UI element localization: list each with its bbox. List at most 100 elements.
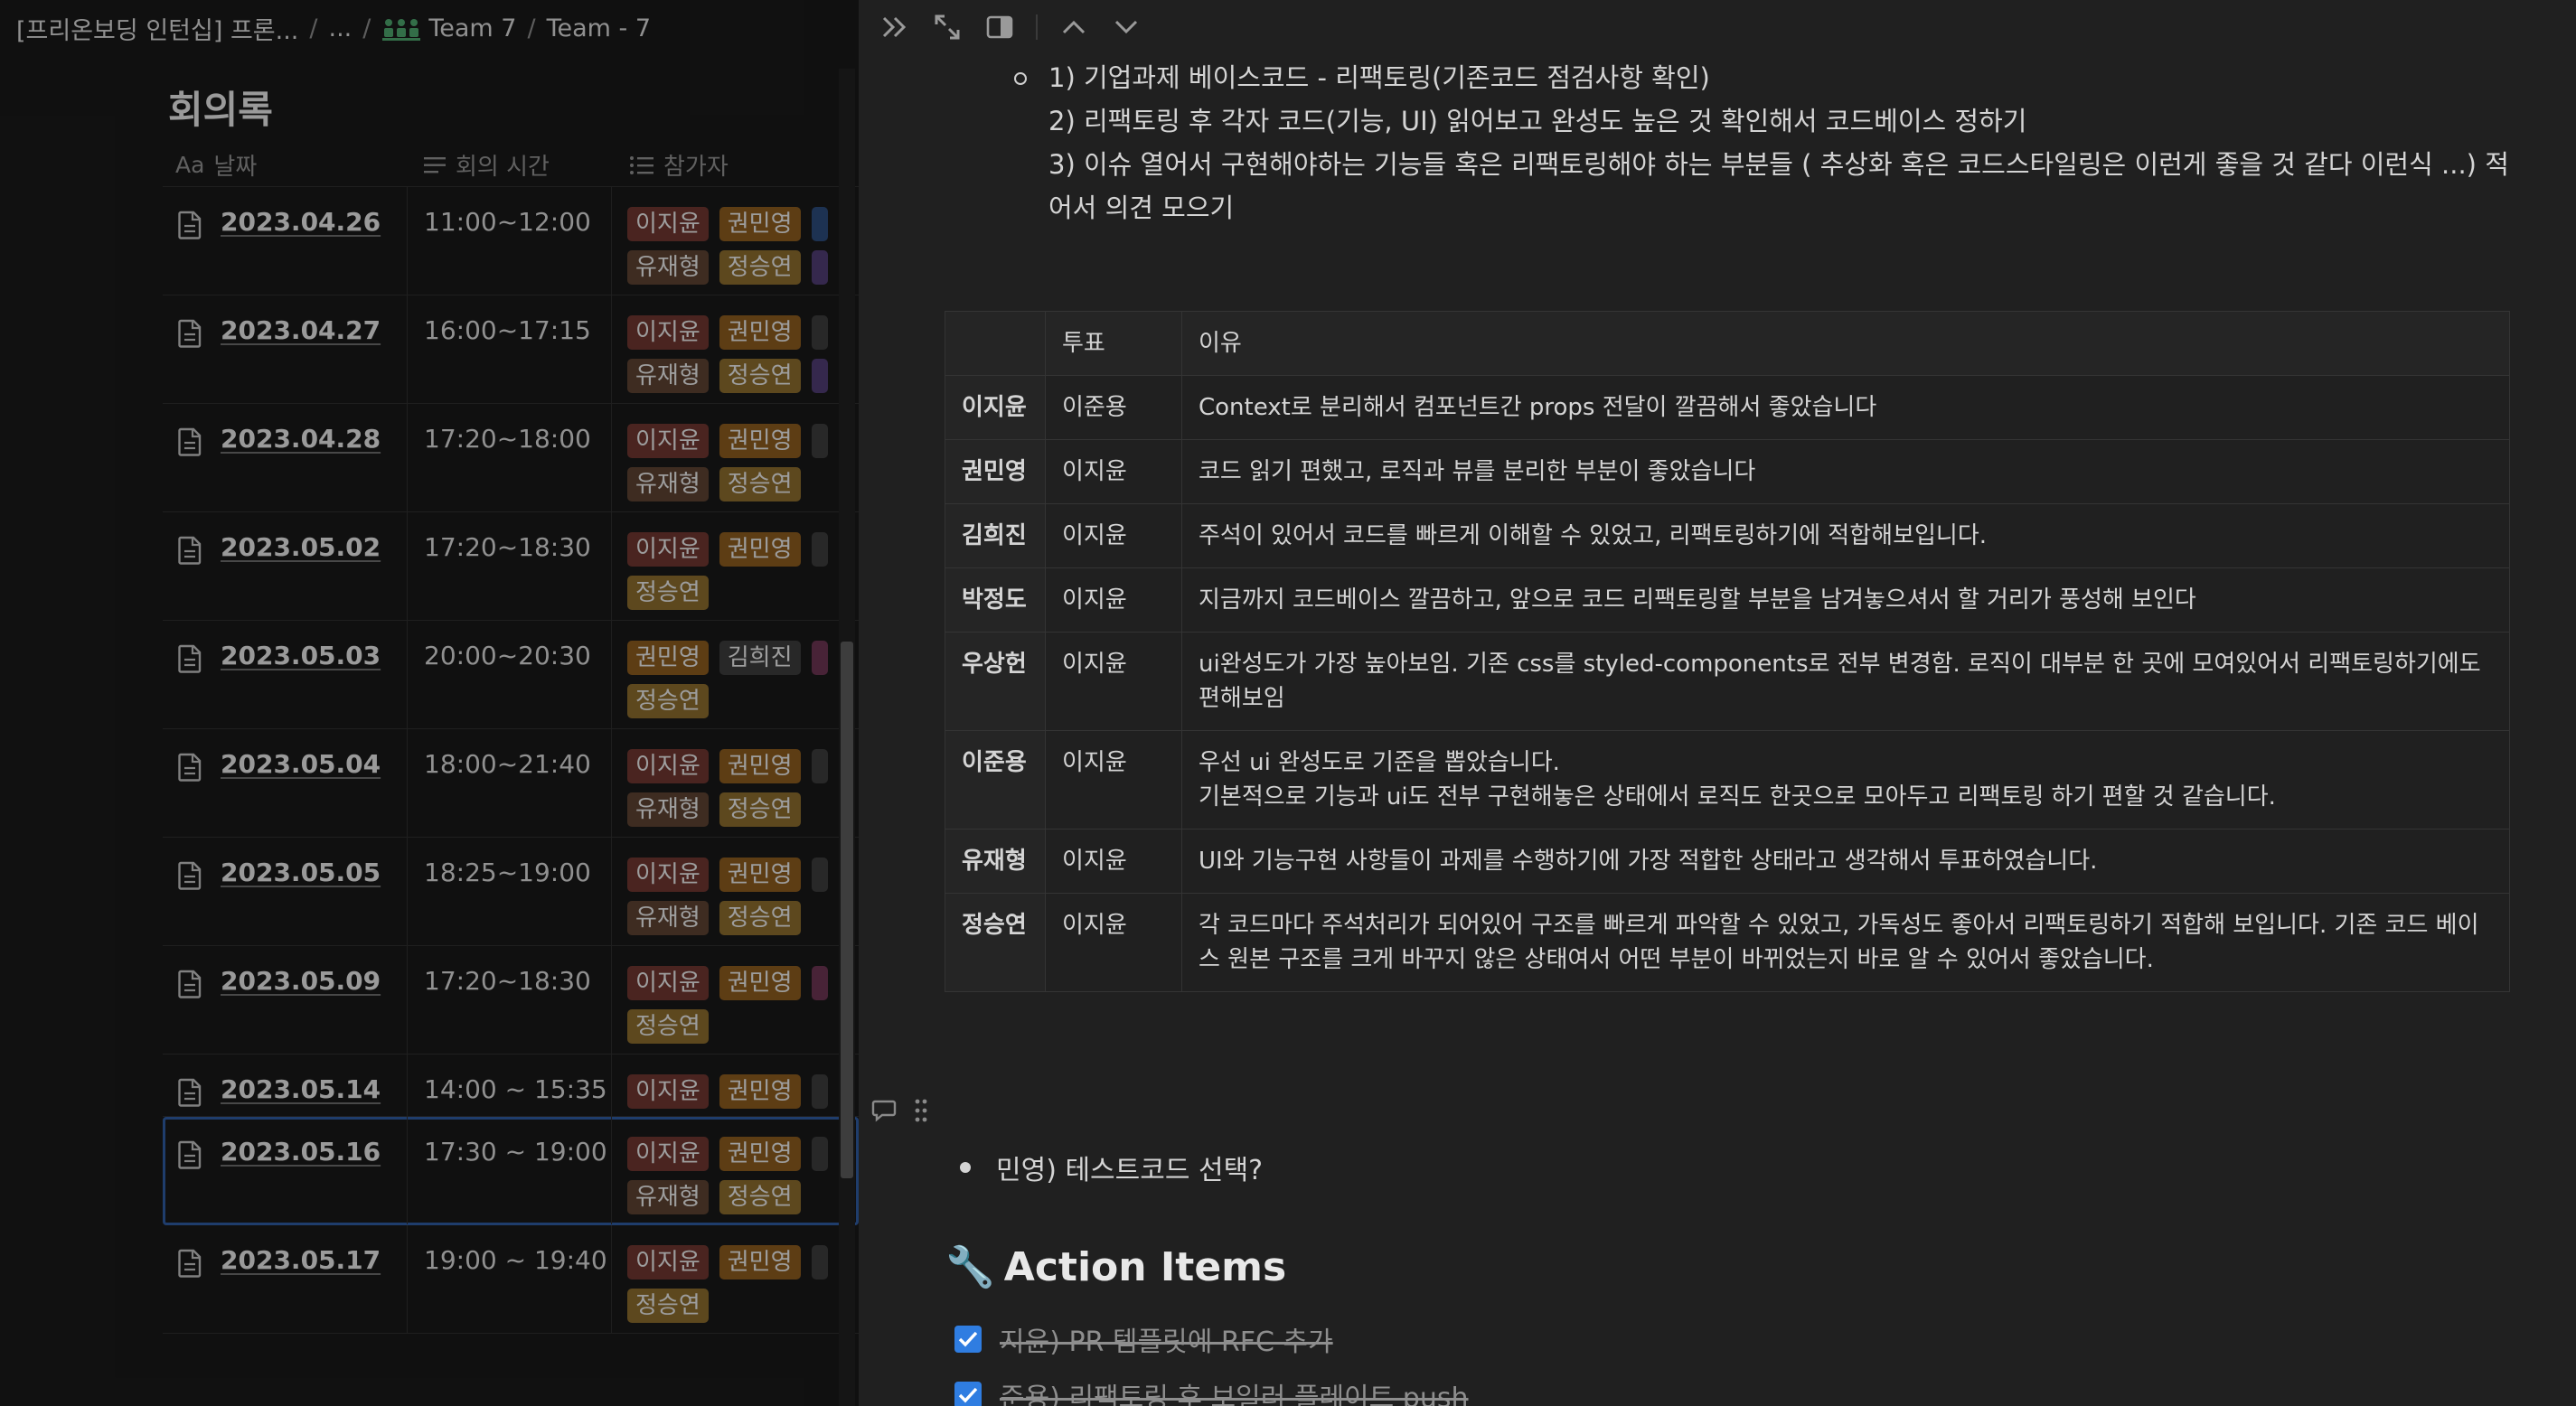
breadcrumb-ellipsis[interactable]: ... [322,14,360,42]
row-date[interactable]: 2023.05.02 [221,532,381,562]
row-date[interactable]: 2023.05.09 [221,966,381,996]
vote-cell-reason[interactable]: Context로 분리해서 컴포넌트간 props 전달이 깔끔해서 좋았습니다 [1181,375,2510,440]
next-page-button[interactable] [1110,11,1142,43]
vote-cell-name[interactable]: 박정도 [945,567,1046,633]
page-icon [178,211,202,239]
side-panel-icon [986,15,1013,39]
column-header-participants[interactable]: 참가자 [629,148,729,182]
vote-cell-vote[interactable]: 이지윤 [1045,567,1182,633]
wrench-icon: 🔧 [945,1244,995,1290]
row-date[interactable]: 2023.05.14 [221,1074,381,1104]
row-time: 17:30 ~ 19:00 [424,1137,607,1167]
vote-cell-vote[interactable]: 이지윤 [1045,893,1182,992]
table-row[interactable]: 2023.04.26 11:00~12:00 이지윤 권민영 ​ 유재형 정승연 ​ [163,187,859,295]
vote-cell-name[interactable]: 우상헌 [945,632,1046,731]
outline-item[interactable]: 3) 이슈 열어서 구현해야하는 기능들 혹은 리팩토링해야 하는 부분들 ( … [1048,143,2513,230]
vote-cell-reason[interactable]: 각 코드마다 주석처리가 되어있어 구조를 빠르게 파악할 수 있었고, 가독성… [1181,893,2510,992]
vote-cell-reason[interactable]: 지금까지 코드베이스 깔끔하고, 앞으로 코드 리팩토링할 부분을 남겨놓으셔서… [1181,567,2510,633]
column-header-date[interactable]: Aa 날짜 [175,148,257,182]
vote-cell-reason[interactable]: 우선 ui 완성도로 기준을 뽑았습니다. 기본적으로 기능과 ui도 전부 구… [1181,730,2510,830]
page-icon [178,861,202,890]
table-row[interactable]: 2023.04.28 17:20~18:00 이지윤 권민영 ​ 유재형 정승연 [163,404,859,512]
table-row[interactable]: 2023.05.02 17:20~18:30 이지윤 권민영 ​ 정승연 [163,512,859,621]
row-date[interactable]: 2023.05.17 [221,1245,381,1275]
table-row[interactable]: 2023.04.27 16:00~17:15 이지윤 권민영 ​ 유재형 정승연 ​ [163,295,859,404]
column-divider [407,404,408,511]
participant-tag: ​ [811,641,828,675]
header-cell-reason[interactable]: 이유 [1181,311,2510,376]
table-row[interactable]: 2023.05.09 17:20~18:30 이지윤 권민영 ​ 정승연 [163,946,859,1054]
checkbox-checked-icon[interactable] [954,1326,982,1353]
outline-item[interactable]: 2) 리팩토링 후 각자 코드(기능, UI) 읽어보고 완성도 높은 것 확인… [1048,99,2513,143]
vote-cell-name[interactable]: 유재형 [945,829,1046,894]
row-date[interactable]: 2023.05.16 [221,1137,381,1167]
outline-list: 1) 기업과제 베이스코드 - 리팩토링(기존코드 점검사항 확인) 2) 리팩… [1014,56,2513,230]
table-row[interactable]: 2023.05.14 14:00 ~ 15:35 이지윤 권민영 ​ [163,1054,859,1117]
breadcrumb-team-label: Team 7 [428,14,517,42]
vote-cell-vote[interactable]: 이지윤 [1045,632,1182,731]
side-peek-button[interactable] [983,11,1016,43]
row-date[interactable]: 2023.04.28 [221,424,381,454]
comment-icon[interactable] [871,1099,897,1122]
action-items-heading[interactable]: 🔧 Action Items [945,1243,1286,1291]
column-divider [407,621,408,728]
table-row[interactable]: 2023.05.17 19:00 ~ 19:40 이지윤 권민영 ​ 정승연 [163,1225,859,1334]
vote-cell-vote[interactable]: 이지윤 [1045,439,1182,504]
participant-tag: 권민영 [719,966,801,1000]
vote-cell-vote[interactable]: 이준용 [1045,375,1182,440]
header-cell-empty[interactable] [945,311,1046,376]
row-date[interactable]: 2023.04.27 [221,315,381,345]
vote-cell-name[interactable]: 김희진 [945,503,1046,568]
vote-cell-reason[interactable]: UI와 기능구현 사항들이 과제를 수행하기에 가장 적합한 상태라고 생각해서… [1181,829,2510,894]
vote-table-row: 유재형 이지윤 UI와 기능구현 사항들이 과제를 수행하기에 가장 적합한 상태라… [945,829,2510,894]
todo-item[interactable]: 지윤) PR 템플릿에 RFC 추가 [954,1319,1333,1359]
todo-text: 준용) 리팩토링 후 보일러 플레이트 push [1000,1383,1469,1406]
participant-tags: 이지윤 권민영 ​ 유재형 정승연 [627,424,859,501]
vote-cell-vote[interactable]: 이지윤 [1045,730,1182,830]
breadcrumb-team[interactable]: Team 7 [374,14,523,42]
vote-cell-name[interactable]: 정승연 [945,893,1046,992]
bulleted-list-item[interactable]: 민영) 테스트코드 선택? [960,1148,1263,1187]
column-divider [611,729,612,837]
participant-tag: ​ [811,207,828,241]
breadcrumb-page[interactable]: Team - 7 [540,14,658,42]
open-full-page-button[interactable] [931,11,964,43]
todo-item[interactable]: 준용) 리팩토링 후 보일러 플레이트 push [954,1375,1469,1406]
participant-tag: 권민영 [719,1074,801,1109]
table-row[interactable]: 2023.05.03 20:00~20:30 권민영 김희진 ​ 정승연 [163,621,859,729]
vote-cell-name[interactable]: 이준용 [945,730,1046,830]
row-date[interactable]: 2023.04.26 [221,207,381,237]
row-date[interactable]: 2023.05.05 [221,858,381,887]
vote-cell-vote[interactable]: 이지윤 [1045,503,1182,568]
vote-cell-vote[interactable]: 이지윤 [1045,829,1182,894]
row-time: 17:20~18:00 [424,424,591,454]
chevron-up-icon [1062,20,1086,34]
row-date[interactable]: 2023.05.04 [221,749,381,779]
participant-tag: ​ [811,858,828,892]
page-icon [178,970,202,998]
participant-tag: ​ [811,1074,828,1109]
toolbar-divider [1036,14,1038,40]
database-title[interactable]: 회의록 [168,80,273,135]
scrollbar-thumb[interactable] [841,642,853,1178]
participant-tag: 유재형 [627,1180,709,1214]
row-date[interactable]: 2023.05.03 [221,641,381,670]
checkbox-checked-icon[interactable] [954,1382,982,1406]
previous-page-button[interactable] [1058,11,1090,43]
table-row[interactable]: 2023.05.16 17:30 ~ 19:00 이지윤 권민영 ​ 유재형 정승연 [163,1117,859,1225]
outline-item[interactable]: 1) 기업과제 베이스코드 - 리팩토링(기존코드 점검사항 확인) [1048,56,2513,99]
vote-cell-name[interactable]: 권민영 [945,439,1046,504]
drag-handle-icon[interactable] [913,1097,929,1124]
vote-cell-name[interactable]: 이지윤 [945,375,1046,440]
vote-cell-reason[interactable]: ui완성도가 가장 높아보임. 기존 css를 styled-component… [1181,632,2510,731]
vote-table-row: 우상헌 이지윤 ui완성도가 가장 높아보임. 기존 css를 styled-com… [945,632,2510,731]
column-header-time[interactable]: 회의 시간 [423,148,550,182]
close-peek-button[interactable] [879,11,911,43]
table-row[interactable]: 2023.05.04 18:00~21:40 이지윤 권민영 ​ 유재형 정승연 [163,729,859,838]
header-cell-vote[interactable]: 투표 [1045,311,1182,376]
vote-cell-reason[interactable]: 주석이 있어서 코드를 빠르게 이해할 수 있었고, 리팩토링하기에 적합해보입… [1181,503,2510,568]
breadcrumb-root[interactable]: [프리온보딩 인턴십] 프론... [9,11,306,46]
column-divider [407,512,408,620]
vote-cell-reason[interactable]: 코드 읽기 편했고, 로직과 뷰를 분리한 부분이 좋았습니다 [1181,439,2510,504]
table-row[interactable]: 2023.05.05 18:25~19:00 이지윤 권민영 ​ 유재형 정승연 [163,838,859,946]
